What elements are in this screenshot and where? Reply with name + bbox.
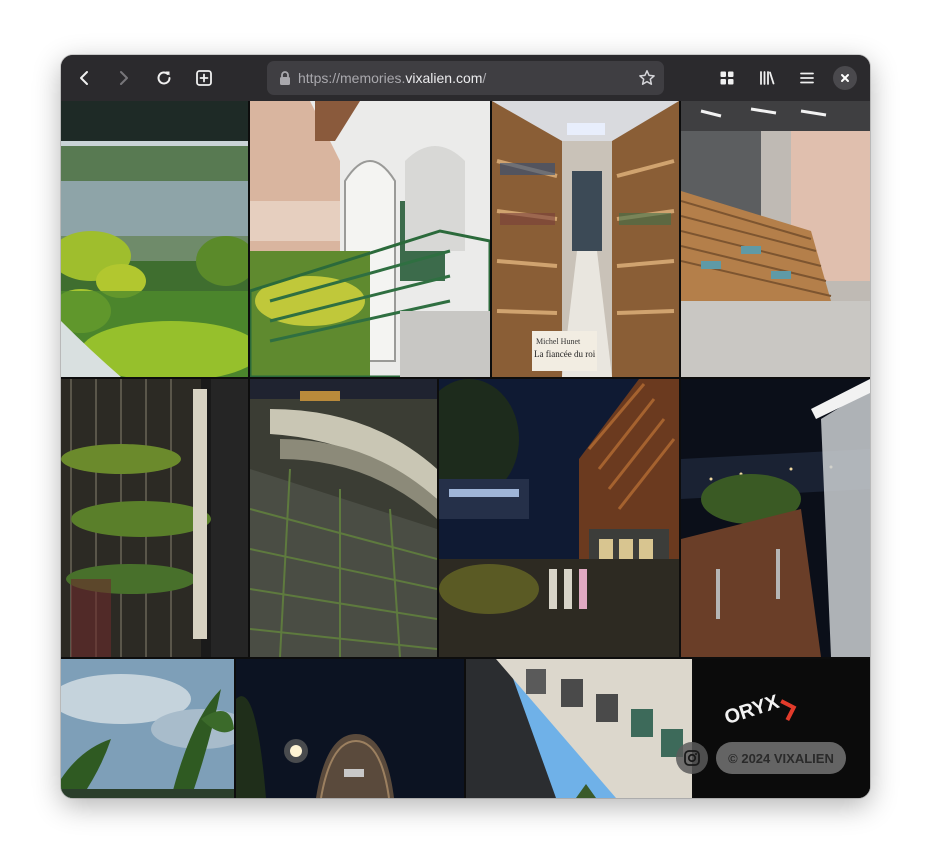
instagram-button[interactable] bbox=[676, 742, 708, 774]
photo-library-aisle[interactable]: Michel Hunet La fiancée du roi bbox=[492, 101, 679, 377]
photo-image bbox=[681, 101, 870, 377]
photo-night-courtyard[interactable] bbox=[439, 379, 679, 657]
address-bar[interactable]: https://memories.vixalien.com/ bbox=[267, 61, 664, 95]
close-window-button[interactable] bbox=[833, 66, 857, 90]
library-icon bbox=[760, 71, 775, 85]
photo-lakeside-garden[interactable] bbox=[61, 101, 248, 377]
copyright-badge: © 2024 VIXALIEN bbox=[716, 742, 846, 774]
url-scheme: https://memories. bbox=[298, 70, 406, 86]
reload-button[interactable] bbox=[148, 62, 180, 94]
photo-image bbox=[236, 659, 464, 798]
photo-image bbox=[681, 379, 870, 657]
photo-banana-leaves-sky[interactable] bbox=[61, 659, 234, 798]
star-icon[interactable] bbox=[638, 69, 656, 87]
arrow-left-icon bbox=[80, 71, 88, 85]
photo-image bbox=[466, 659, 692, 798]
menu-button[interactable] bbox=[791, 62, 823, 94]
photo-image: Michel Hunet La fiancée du roi bbox=[492, 101, 679, 377]
instagram-icon bbox=[684, 750, 700, 766]
photo-night-street-view[interactable] bbox=[681, 379, 870, 657]
new-tab-icon bbox=[196, 70, 212, 86]
browser-window: https://memories.vixalien.com/ Michel Hu… bbox=[61, 55, 870, 798]
photo-veranda-sunset[interactable] bbox=[250, 101, 490, 377]
photo-image bbox=[250, 101, 490, 377]
url-host: vixalien.com bbox=[405, 70, 483, 86]
photo-night-stone-steps[interactable] bbox=[250, 379, 437, 657]
photo-image bbox=[61, 379, 248, 657]
browser-toolbar: https://memories.vixalien.com/ bbox=[61, 55, 870, 101]
book-sign-author: Michel Hunet bbox=[536, 337, 581, 346]
grid-icon bbox=[720, 71, 734, 85]
reload-icon bbox=[157, 71, 171, 85]
photo-oryx-sign[interactable]: ORYX bbox=[694, 659, 870, 798]
photo-image bbox=[250, 379, 437, 657]
hamburger-menu-icon bbox=[800, 72, 814, 84]
photo-image: ORYX bbox=[694, 659, 870, 798]
forward-button[interactable] bbox=[107, 62, 139, 94]
arrow-right-icon bbox=[120, 71, 128, 85]
photo-image bbox=[61, 101, 248, 377]
url-text: https://memories.vixalien.com/ bbox=[298, 70, 486, 86]
new-tab-button[interactable] bbox=[188, 62, 220, 94]
photo-building-corner-sky[interactable] bbox=[466, 659, 692, 798]
url-path: / bbox=[482, 70, 487, 86]
back-button[interactable] bbox=[69, 62, 101, 94]
photo-wooden-amphitheater[interactable] bbox=[681, 101, 870, 377]
photo-image bbox=[61, 659, 234, 798]
lock-icon bbox=[280, 71, 290, 85]
library-button[interactable] bbox=[751, 62, 783, 94]
photo-night-building-plants[interactable] bbox=[61, 379, 248, 657]
book-sign-title: La fiancée du roi bbox=[534, 349, 596, 359]
close-icon bbox=[841, 74, 849, 82]
photo-gallery: Michel Hunet La fiancée du roi ORYX © 20… bbox=[61, 101, 870, 798]
photo-image bbox=[439, 379, 679, 657]
photo-night-dome-building[interactable] bbox=[236, 659, 464, 798]
grid-button[interactable] bbox=[711, 62, 743, 94]
